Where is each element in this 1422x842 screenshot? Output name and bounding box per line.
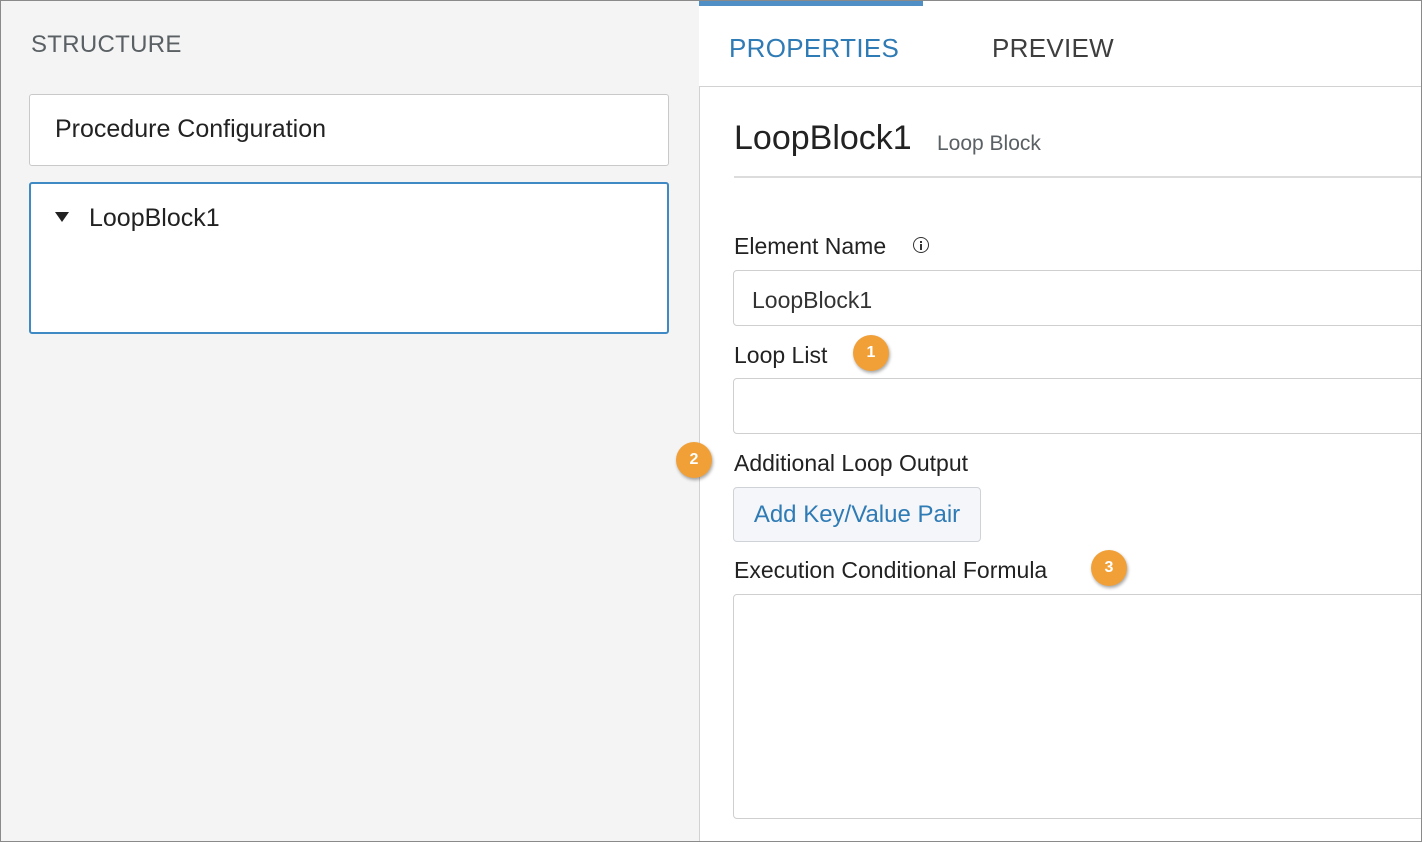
structure-panel: STRUCTURE Procedure Configuration LoopBl… <box>1 1 699 841</box>
structure-item-label: Procedure Configuration <box>55 115 326 143</box>
element-title: LoopBlock1 <box>734 119 912 157</box>
structure-item-label: LoopBlock1 <box>89 204 220 232</box>
callout-badge-1: 1 <box>853 335 889 371</box>
loop-list-input[interactable] <box>733 378 1421 434</box>
element-name-label: Element Name <box>734 233 887 259</box>
element-name-value: LoopBlock1 <box>752 287 873 313</box>
caret-down-icon[interactable] <box>55 212 69 222</box>
callout-badge-2: 2 <box>676 442 712 478</box>
structure-item-loopblock1[interactable]: LoopBlock1 <box>29 182 669 334</box>
execution-conditional-formula-textarea[interactable] <box>733 594 1421 819</box>
loop-list-label: Loop List <box>734 342 828 368</box>
structure-item-procedure-configuration[interactable]: Procedure Configuration <box>29 94 669 166</box>
callout-badge-3: 3 <box>1091 550 1127 586</box>
app-frame: STRUCTURE Procedure Configuration LoopBl… <box>0 0 1422 842</box>
additional-loop-output-label: Additional Loop Output <box>734 450 969 476</box>
tab-properties[interactable]: PROPERTIES <box>729 33 899 64</box>
active-tab-indicator <box>699 1 923 6</box>
add-key-value-pair-button[interactable]: Add Key/Value Pair <box>733 487 981 542</box>
info-icon[interactable] <box>913 237 929 253</box>
structure-header: STRUCTURE <box>31 31 182 58</box>
execution-conditional-formula-label: Execution Conditional Formula <box>734 557 1048 583</box>
tab-preview[interactable]: PREVIEW <box>992 33 1114 64</box>
element-type: Loop Block <box>937 132 1041 155</box>
element-name-input[interactable]: LoopBlock1 <box>733 270 1421 326</box>
title-divider <box>734 176 1421 178</box>
